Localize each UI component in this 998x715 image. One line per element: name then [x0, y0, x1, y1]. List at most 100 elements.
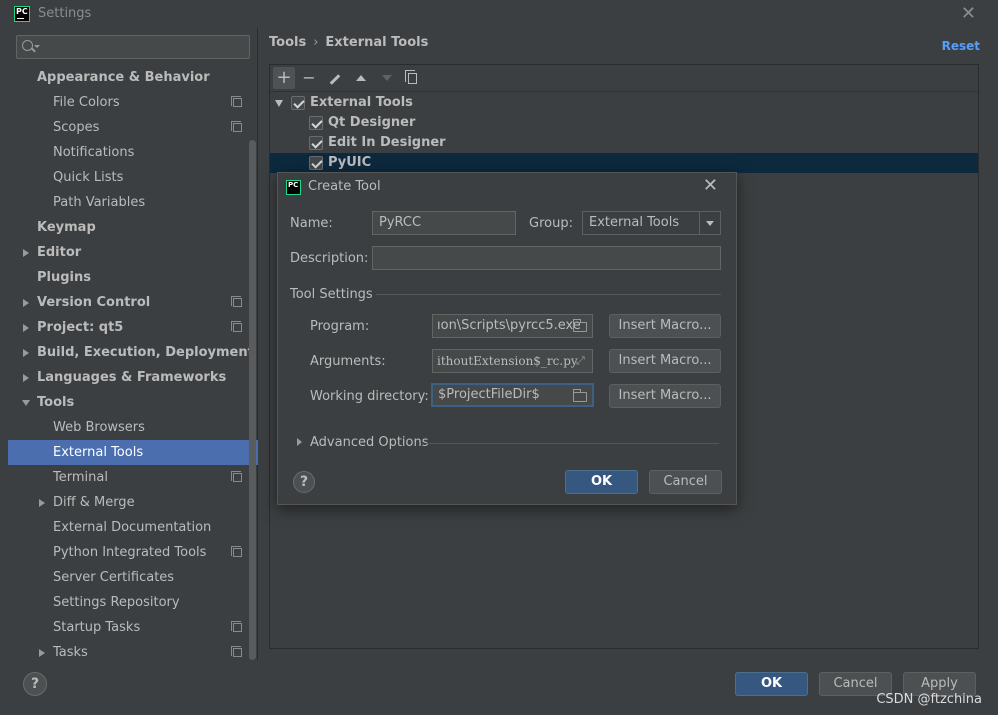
sidebar-item[interactable]: Languages & Frameworks [8, 365, 258, 390]
sidebar-item[interactable]: Diff & Merge [8, 490, 258, 515]
sidebar-item[interactable]: Quick Lists [8, 165, 258, 190]
arguments-label: Arguments: [310, 354, 386, 369]
settings-search-box[interactable] [16, 35, 250, 59]
expand-icon[interactable]: ⤢ [576, 355, 585, 366]
tool-row[interactable]: Edit In Designer [270, 133, 978, 153]
sidebar-item[interactable]: Appearance & Behavior [8, 65, 258, 90]
working-directory-field[interactable]: $ProjectFileDir$ [431, 383, 594, 407]
pycharm-logo-icon: PC [286, 180, 301, 195]
sidebar-item-label: Settings Repository [53, 595, 180, 610]
expand-arrow-icon[interactable] [23, 299, 29, 307]
tool-checkbox[interactable] [309, 136, 323, 150]
sidebar-item-label: Python Integrated Tools [53, 545, 207, 560]
remove-tool-button[interactable]: − [298, 67, 320, 89]
external-tools-toolbar: + − [270, 65, 978, 92]
collapse-arrow-icon[interactable] [22, 400, 30, 406]
sidebar-item-label: External Tools [53, 445, 144, 460]
project-level-icon [231, 296, 242, 307]
sidebar-item[interactable]: Editor [8, 240, 258, 265]
sidebar-item[interactable]: Version Control [8, 290, 258, 315]
move-up-button[interactable] [350, 67, 372, 89]
breadcrumb-external-tools: External Tools [325, 35, 429, 50]
settings-footer: ? OK Cancel Apply CSDN @ftzchina [0, 660, 998, 715]
tool-label: Qt Designer [328, 115, 416, 130]
add-icon: + [276, 67, 292, 88]
sidebar-item[interactable]: File Colors [8, 90, 258, 115]
browse-folder-icon[interactable] [572, 319, 587, 332]
sidebar-item-label: Notifications [53, 145, 135, 160]
sidebar-item[interactable]: Keymap [8, 215, 258, 240]
expand-arrow-icon[interactable] [297, 438, 302, 446]
move-down-icon [382, 75, 392, 81]
sidebar-item-label: Project: qt5 [37, 320, 124, 335]
settings-tree: Appearance & Behavior File Colors Scopes No… [8, 65, 258, 665]
sidebar-item[interactable]: Plugins [8, 265, 258, 290]
sidebar-item[interactable]: External Documentation [8, 515, 258, 540]
description-field[interactable] [372, 246, 721, 270]
sidebar-item[interactable]: Tools [8, 390, 258, 415]
window-close-icon[interactable]: ✕ [961, 3, 976, 24]
help-button[interactable]: ? [23, 672, 47, 696]
insert-macro-button[interactable]: Insert Macro... [609, 349, 721, 373]
collapse-arrow-icon[interactable] [275, 100, 283, 107]
add-tool-button[interactable]: + [273, 67, 295, 89]
sidebar-item-label: Languages & Frameworks [37, 370, 227, 385]
dialog-close-icon[interactable]: ✕ [703, 175, 718, 196]
settings-search-input[interactable] [43, 38, 243, 56]
sidebar-item[interactable]: Build, Execution, Deployment [8, 340, 258, 365]
move-up-icon [356, 75, 366, 81]
sidebar-item[interactable]: Settings Repository [8, 590, 258, 615]
expand-arrow-icon[interactable] [23, 249, 29, 257]
program-field[interactable]: ıon\Scripts\pyrcc5.exe [432, 314, 593, 338]
sidebar-item[interactable]: Scopes [8, 115, 258, 140]
section-divider [426, 443, 719, 444]
sidebar-item-label: Path Variables [53, 195, 146, 210]
dialog-cancel-button[interactable]: Cancel [649, 470, 722, 494]
move-down-button[interactable] [376, 67, 398, 89]
expand-arrow-icon[interactable] [23, 374, 29, 382]
copy-icon [404, 70, 417, 84]
sidebar-item[interactable]: Startup Tasks [8, 615, 258, 640]
sidebar-scrollbar[interactable] [249, 140, 256, 660]
insert-macro-button[interactable]: Insert Macro... [609, 314, 721, 338]
tool-group-checkbox[interactable] [291, 96, 305, 110]
advanced-options-toggle[interactable]: Advanced Options [310, 435, 429, 450]
name-field[interactable]: PyRCC [372, 211, 516, 235]
copy-tool-button[interactable] [401, 67, 423, 89]
insert-macro-button[interactable]: Insert Macro... [609, 384, 721, 408]
arguments-field[interactable]: ithoutExtension$_rc.py [432, 349, 593, 373]
sidebar-item-label: Keymap [37, 220, 96, 235]
tool-checkbox[interactable] [309, 156, 323, 170]
sidebar-item[interactable]: External Tools [8, 440, 258, 465]
chevron-down-icon[interactable] [699, 212, 720, 234]
tool-row[interactable]: PyUIC [270, 153, 978, 173]
tool-row[interactable]: Qt Designer [270, 113, 978, 133]
sidebar-item[interactable]: Python Integrated Tools [8, 540, 258, 565]
program-label: Program: [310, 319, 370, 334]
dialog-ok-button[interactable]: OK [565, 470, 638, 494]
sidebar-item[interactable]: Notifications [8, 140, 258, 165]
project-level-icon [231, 471, 242, 482]
section-divider [376, 294, 721, 295]
expand-arrow-icon[interactable] [23, 349, 29, 357]
reset-link[interactable]: Reset [942, 39, 980, 53]
sidebar-item[interactable]: Project: qt5 [8, 315, 258, 340]
sidebar-item[interactable]: Path Variables [8, 190, 258, 215]
group-combo[interactable]: External Tools [582, 211, 721, 235]
sidebar-item[interactable]: Web Browsers [8, 415, 258, 440]
tool-checkbox[interactable] [309, 116, 323, 130]
tool-group-row[interactable]: External Tools [270, 93, 978, 113]
edit-tool-button[interactable] [324, 67, 346, 89]
settings-sidebar: Appearance & Behavior File Colors Scopes No… [8, 28, 258, 660]
browse-folder-icon[interactable] [572, 389, 587, 402]
sidebar-item-label: Quick Lists [53, 170, 124, 185]
sidebar-item[interactable]: Server Certificates [8, 565, 258, 590]
expand-arrow-icon[interactable] [39, 649, 45, 657]
sidebar-item[interactable]: Terminal [8, 465, 258, 490]
dialog-help-button[interactable]: ? [293, 471, 315, 493]
sidebar-item-label: Build, Execution, Deployment [37, 345, 254, 360]
ok-button[interactable]: OK [735, 672, 808, 696]
expand-arrow-icon[interactable] [39, 499, 45, 507]
search-options-caret-icon[interactable] [34, 45, 40, 48]
expand-arrow-icon[interactable] [23, 324, 29, 332]
